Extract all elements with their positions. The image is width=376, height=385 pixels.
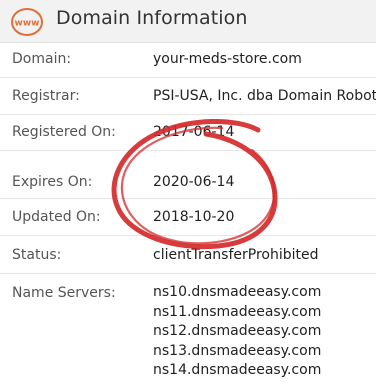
www-icon: www <box>11 8 43 36</box>
status-value: clientTransferProhibited <box>153 247 319 263</box>
name-servers-list: ns10.dnsmadeeasy.com ns11.dnsmadeeasy.co… <box>153 283 321 381</box>
row-registered-on: Registered On: 2017-06-14 <box>0 115 376 151</box>
updated-on-label: Updated On: <box>12 209 101 225</box>
updated-on-value: 2018-10-20 <box>153 209 235 225</box>
name-server-item: ns14.dnsmadeeasy.com <box>153 362 322 378</box>
www-icon-text: www <box>15 19 40 29</box>
row-registrar: Registrar: PSI-USA, Inc. dba Domain Robo… <box>0 78 376 115</box>
row-status: Status: clientTransferProhibited <box>0 236 376 274</box>
page-title: Domain Information <box>56 7 248 29</box>
domain-value: your-meds-store.com <box>153 51 302 67</box>
name-server-item: ns13.dnsmadeeasy.com <box>153 342 322 359</box>
row-name-servers: Name Servers: ns10.dnsmadeeasy.com ns11.… <box>0 274 376 385</box>
expires-on-value: 2020-06-14 <box>153 174 235 190</box>
expires-on-label: Expires On: <box>12 174 93 190</box>
row-expires-on: Expires On: 2020-06-14 <box>0 151 376 199</box>
name-servers-label: Name Servers: <box>12 285 116 301</box>
registrar-label: Registrar: <box>12 88 80 104</box>
row-domain: Domain: your-meds-store.com <box>0 43 376 78</box>
domain-label: Domain: <box>12 51 72 67</box>
name-server-item: ns10.dnsmadeeasy.com <box>153 284 322 300</box>
registered-on-value: 2017-06-14 <box>153 124 235 140</box>
row-updated-on: Updated On: 2018-10-20 <box>0 199 376 236</box>
domain-info-card: www Domain Information Domain: your-meds… <box>0 0 376 385</box>
card-header: www Domain Information <box>0 0 376 43</box>
name-server-item: ns11.dnsmadeeasy.com <box>153 303 322 320</box>
name-server-item: ns12.dnsmadeeasy.com <box>153 323 322 339</box>
registrar-value: PSI-USA, Inc. dba Domain Robot <box>153 88 376 104</box>
registered-on-label: Registered On: <box>12 124 116 140</box>
status-label: Status: <box>12 247 62 263</box>
